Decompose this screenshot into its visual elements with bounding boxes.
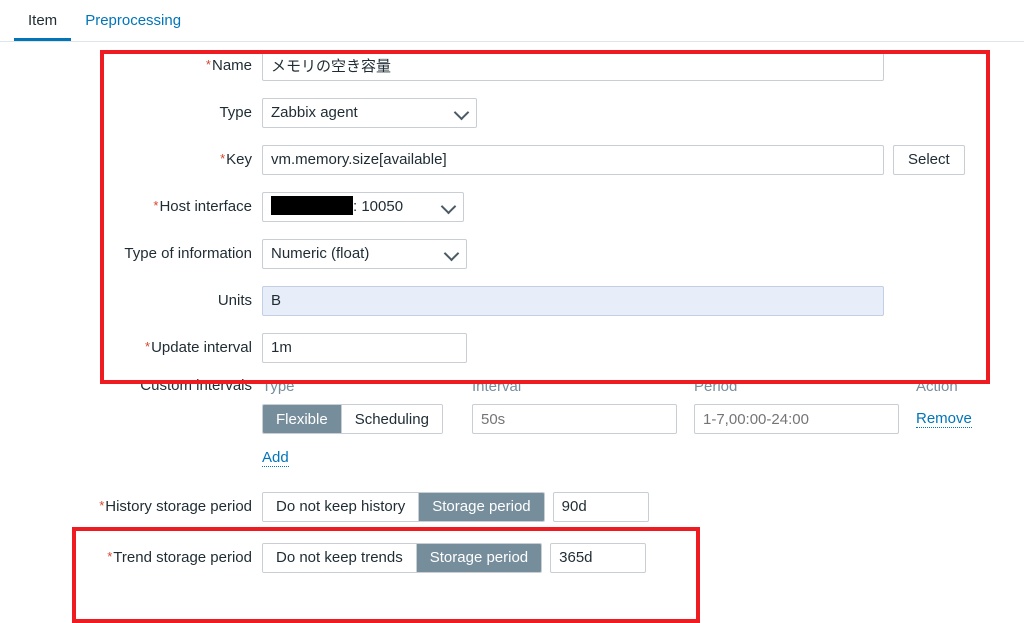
host-interface-field-group: : 10050 <box>262 191 464 222</box>
column-header-action: Action <box>916 377 958 395</box>
type-of-information-field-group: Numeric (float) <box>262 238 467 269</box>
required-marker: * <box>205 57 211 72</box>
trend-storage-period-option[interactable]: Storage period <box>416 543 542 572</box>
update-interval-field-group <box>262 332 467 363</box>
tab-item-label: Item <box>28 12 58 29</box>
form-row-host-interface: *Host interface : 10050 <box>0 183 1024 230</box>
trend-storage-period-label: *Trend storage period <box>107 549 252 566</box>
custom-intervals-header-row: Type Interval Period Action <box>262 371 996 401</box>
form-row-type: Type Zabbix agent <box>0 89 1024 136</box>
required-marker: * <box>99 498 105 513</box>
key-field-group: Select <box>262 144 965 175</box>
column-header-interval: Interval <box>472 377 522 395</box>
host-interface-select[interactable]: : 10050 <box>262 191 464 222</box>
tab-preprocessing[interactable]: Preprocessing <box>71 0 195 41</box>
type-of-information-select[interactable]: Numeric (float) <box>262 238 467 269</box>
required-marker: * <box>107 549 113 564</box>
custom-interval-period-input[interactable] <box>694 404 899 434</box>
custom-interval-add-cell: Add <box>262 437 996 467</box>
units-field-group <box>262 285 884 316</box>
custom-interval-add-link[interactable]: Add <box>262 449 289 467</box>
trend-storage-period-input[interactable] <box>550 542 647 573</box>
host-interface-label: *Host interface <box>153 198 252 215</box>
form-row-key: *Key Select <box>0 136 1024 183</box>
form-row-name: *Name <box>0 42 1024 89</box>
chevron-down-icon <box>440 198 457 214</box>
type-label: Type <box>219 104 252 121</box>
type-select-value: Zabbix agent <box>271 103 358 121</box>
tab-preprocessing-label: Preprocessing <box>85 12 182 29</box>
name-field-group <box>262 50 884 81</box>
name-label: *Name <box>205 57 252 74</box>
custom-interval-type-scheduling[interactable]: Scheduling <box>341 405 442 433</box>
column-header-type: Type <box>262 377 295 395</box>
required-marker: * <box>153 198 159 213</box>
units-input[interactable] <box>262 285 884 316</box>
custom-interval-remove-link[interactable]: Remove <box>916 410 972 428</box>
type-select[interactable]: Zabbix agent <box>262 97 477 128</box>
custom-interval-period-cell <box>694 404 916 434</box>
history-storage-period-option[interactable]: Storage period <box>419 492 544 521</box>
tab-list: Item Preprocessing <box>14 0 195 42</box>
form-row-type-of-information: Type of information Numeric (float) <box>0 230 1024 277</box>
form-row-units: Units <box>0 277 1024 324</box>
units-label: Units <box>217 292 252 309</box>
item-form: *Name Type Zabbix agent *Key Select *Hos… <box>0 42 1024 583</box>
trend-storage-period-toggle: Do not keep trends Storage period <box>262 542 543 573</box>
type-of-information-label: Type of information <box>124 245 252 262</box>
custom-interval-interval-cell <box>472 404 694 434</box>
type-of-information-value: Numeric (float) <box>271 244 370 262</box>
form-row-trend-storage-period: *Trend storage period Do not keep trends… <box>0 532 1024 583</box>
history-storage-period-toggle: Do not keep history Storage period <box>262 491 545 522</box>
custom-interval-type-flexible[interactable]: Flexible <box>263 405 342 433</box>
host-interface-port: : 10050 <box>353 197 404 215</box>
type-field-group: Zabbix agent <box>262 97 477 128</box>
form-row-custom-intervals: Custom intervals Type Interval Period Ac… <box>0 371 1024 481</box>
tab-item[interactable]: Item <box>14 0 72 41</box>
trend-storage-period-field-group: Do not keep trends Storage period <box>262 542 647 573</box>
custom-interval-row: Flexible Scheduling Remove <box>262 401 996 437</box>
history-storage-period-field-group: Do not keep history Storage period <box>262 491 649 522</box>
custom-interval-action-cell: Remove <box>916 410 996 428</box>
redacted-address-bar <box>271 195 353 215</box>
history-do-not-keep-option[interactable]: Do not keep history <box>263 492 420 521</box>
chevron-down-icon <box>453 104 470 120</box>
key-input[interactable] <box>262 144 884 175</box>
name-input[interactable] <box>262 50 884 81</box>
custom-intervals-table: Type Interval Period Action Flexible Sch… <box>262 371 996 467</box>
custom-interval-type-toggle: Flexible Scheduling <box>262 404 443 434</box>
form-row-history-storage-period: *History storage period Do not keep hist… <box>0 481 1024 532</box>
custom-interval-interval-input[interactable] <box>472 404 677 434</box>
update-interval-label: *Update interval <box>145 339 252 356</box>
custom-intervals-label: Custom intervals <box>140 377 252 394</box>
key-label: *Key <box>220 151 252 168</box>
custom-interval-type-cell: Flexible Scheduling <box>262 404 472 434</box>
required-marker: * <box>145 339 151 354</box>
form-row-update-interval: *Update interval <box>0 324 1024 371</box>
tab-bar: Item Preprocessing <box>0 0 1024 42</box>
chevron-down-icon <box>443 245 460 261</box>
update-interval-input[interactable] <box>262 332 467 363</box>
required-marker: * <box>220 151 226 166</box>
column-header-period: Period <box>694 377 738 395</box>
key-select-button[interactable]: Select <box>893 144 965 175</box>
trend-do-not-keep-option[interactable]: Do not keep trends <box>263 543 417 572</box>
history-storage-period-input[interactable] <box>552 491 649 522</box>
history-storage-period-label: *History storage period <box>99 498 252 515</box>
